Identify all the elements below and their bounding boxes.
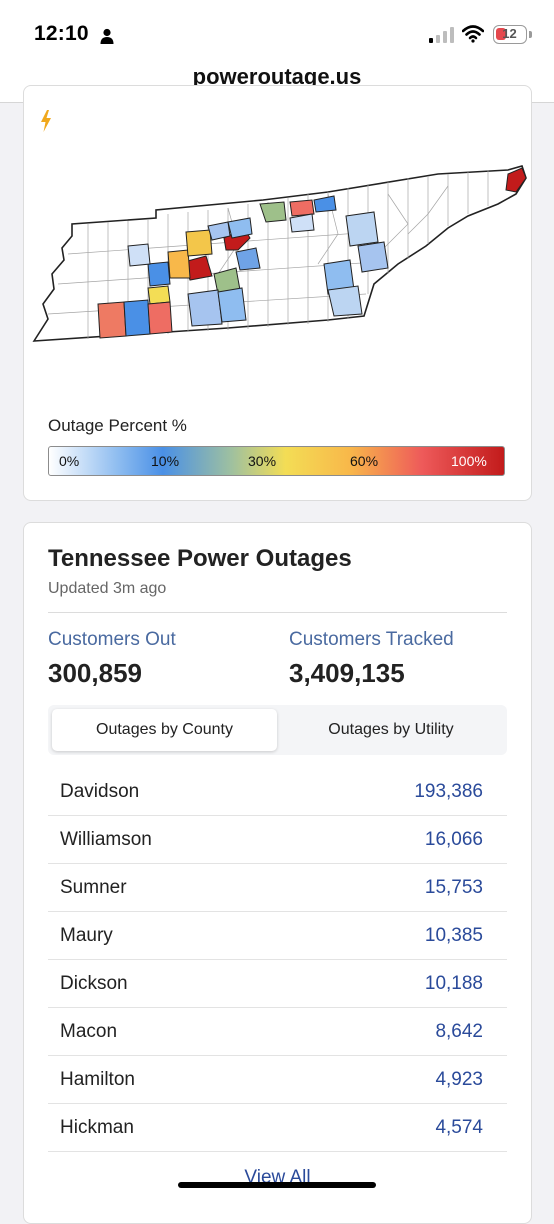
table-row[interactable]: Hamilton 4,923: [48, 1056, 507, 1104]
person-icon: [100, 28, 114, 44]
county-maury: [167, 249, 191, 279]
county-name[interactable]: Williamson: [60, 829, 152, 851]
table-row[interactable]: Williamson 16,066: [48, 816, 507, 864]
outage-count[interactable]: 4,574: [435, 1117, 483, 1139]
status-bar: 12:10 12: [0, 0, 554, 62]
outage-count[interactable]: 4,923: [435, 1069, 483, 1091]
county-name[interactable]: Sumner: [60, 877, 127, 899]
battery-icon: 12: [493, 25, 527, 44]
outage-map-card: Outage Percent % 0% 10% 30% 60% 100%: [23, 85, 532, 501]
legend-stop-100: 100%: [451, 453, 487, 469]
cellular-signal-icon: [429, 27, 454, 43]
outage-count[interactable]: 10,385: [425, 925, 483, 947]
table-row[interactable]: Macon 8,642: [48, 1008, 507, 1056]
county-hickman: [147, 261, 171, 287]
customers-out-value: 300,859: [48, 658, 142, 688]
county-roane: [357, 241, 389, 273]
table-row[interactable]: Maury 10,385: [48, 912, 507, 960]
county-giles: [123, 299, 151, 337]
county-name[interactable]: Hamilton: [60, 1069, 135, 1091]
status-time: 12:10: [34, 22, 89, 45]
outage-count[interactable]: 10,188: [425, 973, 483, 995]
county-lincoln: [147, 301, 173, 335]
legend-stop-0: 0%: [59, 453, 80, 469]
outage-count[interactable]: 15,753: [425, 877, 483, 899]
updated-timestamp: Updated 3m ago: [48, 580, 167, 597]
card-title: Tennessee Power Outages: [48, 545, 352, 572]
wifi-icon: [462, 25, 484, 43]
county-rutherford: [235, 247, 261, 271]
table-row[interactable]: Davidson 193,386: [48, 768, 507, 816]
customers-out-label: Customers Out: [48, 629, 176, 650]
county-macon: [289, 199, 315, 217]
legend-stop-60: 60%: [350, 453, 379, 469]
tennessee-county-map[interactable]: [28, 164, 528, 344]
county-wayne: [97, 301, 127, 339]
county-coffee: [217, 287, 247, 323]
legend-stop-30: 30%: [248, 453, 277, 469]
county-humphreys: [127, 243, 151, 267]
county-lawrence: [147, 285, 171, 305]
tab-outages-by-utility[interactable]: Outages by Utility: [279, 709, 503, 751]
battery-nub: [529, 31, 532, 38]
county-name[interactable]: Hickman: [60, 1117, 134, 1139]
customers-tracked-label: Customers Tracked: [289, 629, 454, 650]
county-cumberland: [345, 211, 379, 247]
table-row[interactable]: Dickson 10,188: [48, 960, 507, 1008]
outage-count[interactable]: 8,642: [435, 1021, 483, 1043]
battery-percent: 12: [502, 26, 517, 41]
county-franklin: [187, 289, 223, 327]
table-row[interactable]: Hickman 4,574: [48, 1104, 507, 1152]
county-name[interactable]: Dickson: [60, 973, 128, 995]
tab-outages-by-county[interactable]: Outages by County: [52, 709, 277, 751]
home-indicator[interactable]: [178, 1182, 376, 1188]
customers-tracked-value: 3,409,135: [289, 658, 405, 688]
county-outage-table: Davidson 193,386 Williamson 16,066 Sumner 1…: [48, 768, 507, 1152]
outages-card: Tennessee Power Outages Updated 3m ago C…: [23, 522, 532, 1224]
legend-color-scale: 0% 10% 30% 60% 100%: [48, 446, 505, 476]
legend-stop-10: 10%: [151, 453, 180, 469]
county-hamilton: [327, 285, 363, 317]
lightning-bolt-icon: [41, 110, 51, 132]
legend-title: Outage Percent %: [48, 416, 187, 435]
outage-count[interactable]: 193,386: [414, 781, 483, 803]
divider: [48, 612, 507, 613]
outage-tabs: Outages by County Outages by Utility: [48, 705, 507, 755]
county-name[interactable]: Macon: [60, 1021, 117, 1043]
county-robertson: [227, 217, 253, 239]
outage-count[interactable]: 16,066: [425, 829, 483, 851]
table-row[interactable]: Sumner 15,753: [48, 864, 507, 912]
county-dickson: [185, 229, 213, 257]
county-name[interactable]: Maury: [60, 925, 113, 947]
county-name[interactable]: Davidson: [60, 781, 139, 803]
